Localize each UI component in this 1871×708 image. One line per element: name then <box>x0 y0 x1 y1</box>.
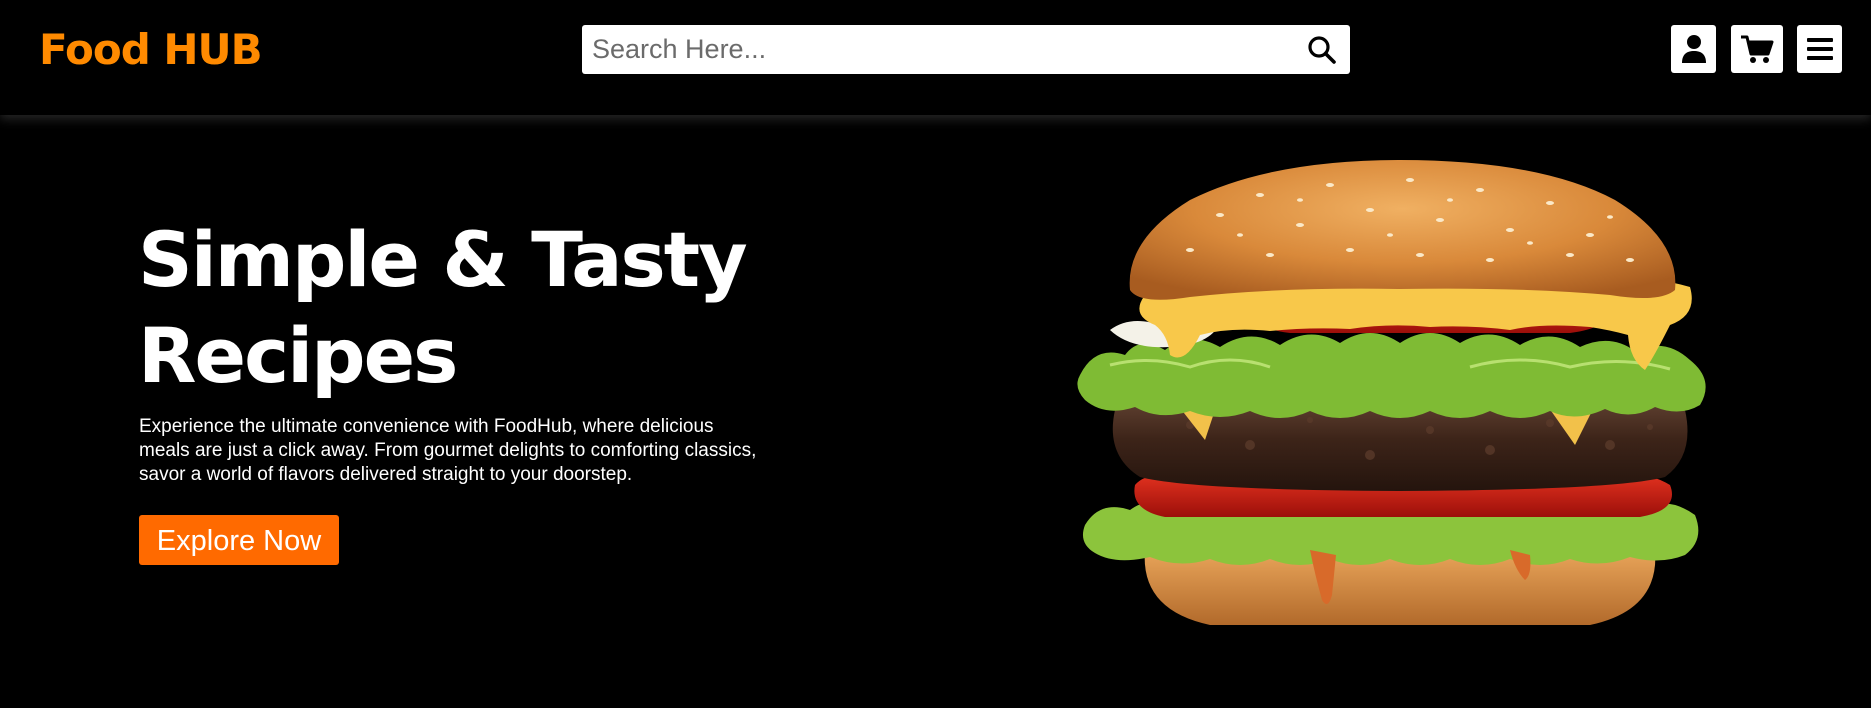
user-icon <box>1681 34 1707 64</box>
search-input[interactable] <box>582 25 1282 74</box>
hero-title: Simple & Tasty Recipes <box>138 215 748 400</box>
cart-icon <box>1740 34 1774 64</box>
search-bar <box>582 25 1350 74</box>
navbar: Food HUB <box>0 0 1871 115</box>
burger-image <box>1070 155 1730 635</box>
explore-now-button[interactable]: Explore Now <box>139 515 339 565</box>
user-button[interactable] <box>1671 25 1716 73</box>
search-icon[interactable] <box>1306 34 1338 66</box>
hero-section: Simple & Tasty Recipes Experience the ul… <box>0 115 1871 708</box>
cart-button[interactable] <box>1731 25 1783 73</box>
menu-button[interactable] <box>1797 25 1842 73</box>
logo[interactable]: Food HUB <box>39 22 263 78</box>
hero-description: Experience the ultimate convenience with… <box>139 416 757 485</box>
menu-icon <box>1806 36 1834 62</box>
